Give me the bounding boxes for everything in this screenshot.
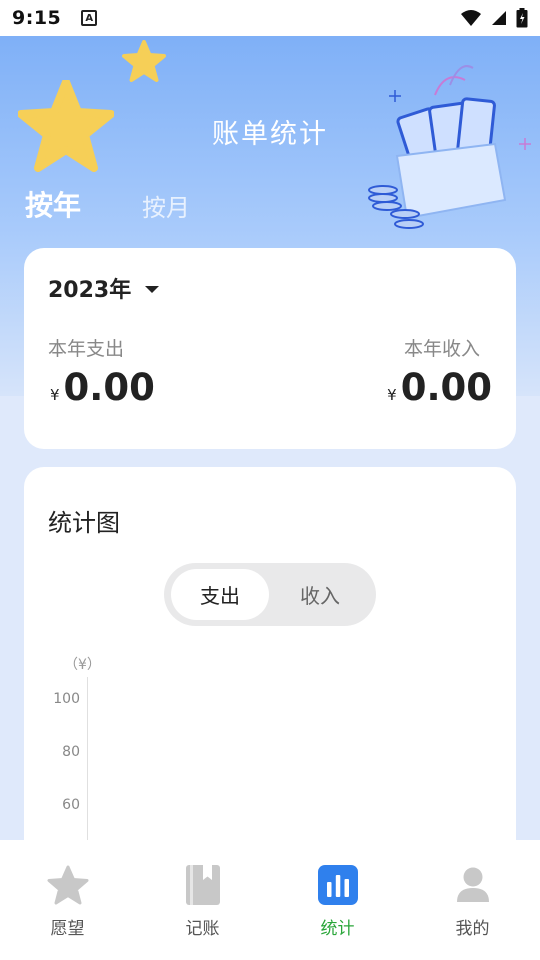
cellular-signal-icon <box>492 11 506 25</box>
nav-item-mine[interactable]: 我的 <box>405 840 540 960</box>
expense-label: 本年支出 <box>48 338 125 360</box>
status-bar: 9:15 A <box>0 0 540 36</box>
summary-card: 2023年 本年支出 本年收入 ¥ 0.00 ¥ 0.00 <box>24 248 516 449</box>
nav-item-ledger[interactable]: 记账 <box>135 840 270 960</box>
nav-label-wish: 愿望 <box>50 919 85 939</box>
page-title: 账单统计 <box>212 119 328 150</box>
income-label: 本年收入 <box>403 338 480 360</box>
year-selector[interactable]: 2023年 <box>48 272 160 304</box>
expense-amount: ¥ 0.00 <box>50 366 155 409</box>
chart-title: 统计图 <box>48 509 120 537</box>
chart-card: 统计图 支出 收入 （¥） 100 80 60 <box>24 467 516 887</box>
currency-symbol: ¥ <box>387 386 397 404</box>
nav-item-wish[interactable]: 愿望 <box>0 840 135 960</box>
y-tick-label: 100 <box>53 691 80 707</box>
battery-icon <box>516 8 528 28</box>
bar-chart-icon <box>317 864 359 906</box>
nav-label-ledger: 记账 <box>185 919 220 939</box>
status-time: 9:15 <box>12 7 62 29</box>
y-tick-label: 60 <box>62 797 80 813</box>
ledger-book-icon <box>182 864 224 906</box>
income-amount: ¥ 0.00 <box>387 366 492 409</box>
nav-item-statistics[interactable]: 统计 <box>270 840 405 960</box>
status-icons <box>460 8 528 28</box>
currency-symbol: ¥ <box>50 386 60 404</box>
accessibility-indicator-icon: A <box>81 10 98 26</box>
tab-by-year[interactable]: 按年 <box>25 184 81 224</box>
toggle-income-button[interactable]: 收入 <box>271 569 369 620</box>
y-axis-unit: （¥） <box>64 657 101 673</box>
income-value: 0.00 <box>400 366 492 409</box>
nav-label-statistics: 统计 <box>320 919 355 939</box>
user-icon <box>452 864 494 906</box>
caret-down-icon <box>145 285 160 293</box>
bottom-navigation: 愿望 记账 统计 我的 <box>0 840 540 960</box>
star-icon <box>47 864 89 906</box>
small-star-decoration-icon <box>122 40 166 82</box>
tab-by-month[interactable]: 按月 <box>142 188 190 223</box>
wifi-icon <box>461 10 481 26</box>
year-selector-value: 2023年 <box>48 278 132 303</box>
toggle-expense-button[interactable]: 支出 <box>171 569 269 620</box>
nav-label-mine: 我的 <box>455 919 490 939</box>
expense-income-toggle[interactable]: 支出 收入 <box>164 563 376 626</box>
y-tick-label: 80 <box>62 744 80 760</box>
expense-value: 0.00 <box>63 366 155 409</box>
